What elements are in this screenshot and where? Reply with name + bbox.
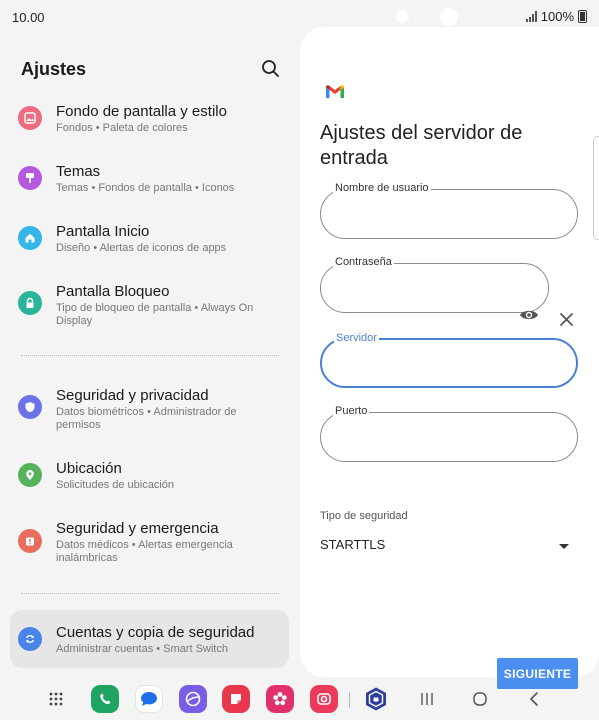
item-title: Ubicación [56, 460, 122, 477]
item-subtitle: Solicitudes de ubicación [56, 479, 175, 491]
item-subtitle: Datos médicos • Alertas emergencia inalá… [56, 539, 233, 564]
port-field[interactable]: Puerto [320, 405, 578, 462]
username-label: Nombre de usuario [333, 182, 431, 194]
secure-app-button[interactable] [362, 685, 390, 713]
item-title: Temas [56, 163, 101, 180]
item-title: Pantalla Inicio [56, 223, 150, 240]
section-divider [21, 355, 279, 356]
port-label: Puerto [333, 405, 370, 417]
settings-title: Ajustes [21, 59, 87, 79]
settings-item-wallpaper[interactable]: Fondo de pantalla y estilo Fondos • Pale… [10, 100, 289, 144]
username-field[interactable]: Nombre de usuario [320, 182, 578, 239]
item-subtitle: Fondos • Paleta de colores [56, 122, 188, 134]
gmail-server-settings-panel: Ajustes del servidor de entrada Nombre d… [300, 27, 599, 689]
emergency-icon [18, 529, 42, 553]
notes-app-button[interactable] [222, 685, 250, 713]
item-title: Fondo de pantalla y estilo [56, 103, 227, 120]
dock-separator [349, 692, 350, 708]
server-field[interactable]: Servidor [320, 332, 578, 388]
item-title: Cuentas y copia de seguridad [56, 624, 255, 641]
phone-app-button[interactable] [91, 685, 119, 713]
item-subtitle: Datos biométricos • Administrador de per… [56, 406, 237, 431]
signal-icon [525, 11, 537, 22]
shield-icon [18, 395, 42, 419]
browser-icon [185, 691, 201, 707]
edge-panel-handle[interactable] [593, 136, 599, 240]
notes-icon [231, 694, 241, 704]
eye-icon [520, 310, 538, 320]
security-type-select[interactable]: STARTTLS [320, 537, 385, 552]
gallery-app-button[interactable] [266, 685, 294, 713]
item-title: Pantalla Bloqueo [56, 283, 170, 300]
item-subtitle: Diseño • Alertas de iconos de apps [56, 242, 227, 254]
battery-percent: 100% [540, 9, 574, 24]
back-button[interactable] [520, 685, 548, 713]
battery-icon [578, 10, 587, 23]
item-title: Seguridad y privacidad [56, 387, 209, 404]
clear-password-button[interactable] [559, 312, 574, 332]
home-button[interactable] [466, 685, 494, 713]
camera-cutout-icon [440, 8, 458, 26]
password-field[interactable]: Contraseña [320, 256, 549, 313]
home-icon [18, 226, 42, 250]
server-label: Servidor [334, 332, 379, 344]
settings-item-home-screen[interactable]: Pantalla Inicio Diseño • Alertas de icon… [10, 220, 289, 264]
item-subtitle: Tipo de bloqueo de pantalla • Always On … [56, 302, 254, 327]
close-icon [560, 313, 573, 326]
settings-item-safety-emergency[interactable]: Seguridad y emergencia Datos médicos • A… [10, 518, 289, 568]
item-subtitle: Administrar cuentas • Smart Switch [56, 643, 228, 655]
settings-item-themes[interactable]: Temas Temas • Fondos de pantalla • Icono… [10, 160, 289, 204]
gmail-logo-icon [325, 84, 345, 104]
settings-item-security-privacy[interactable]: Seguridad y privacidad Datos biométricos… [10, 384, 289, 434]
lock-icon [18, 291, 42, 315]
section-divider [21, 593, 279, 594]
camera-icon [317, 693, 331, 705]
messages-app-button[interactable] [135, 685, 163, 713]
status-time: 10.00 [12, 10, 45, 25]
taskbar [0, 680, 599, 720]
settings-item-accounts-backup[interactable]: Cuentas y copia de seguridad Administrar… [10, 622, 289, 666]
flower-icon [273, 692, 287, 706]
settings-item-location[interactable]: Ubicación Solicitudes de ubicación [10, 458, 289, 502]
phone-icon [100, 693, 111, 705]
themes-icon [18, 166, 42, 190]
status-right: 100% [525, 9, 587, 24]
apps-grid-icon [49, 692, 63, 706]
search-button[interactable] [260, 58, 282, 80]
search-icon [262, 60, 279, 77]
message-icon [141, 692, 157, 706]
page-title: Ajustes del servidor de entrada [320, 122, 523, 169]
show-password-button[interactable] [519, 308, 539, 327]
recents-icon [421, 693, 433, 705]
camera-cutout-icon [396, 10, 409, 23]
back-chevron-icon [530, 692, 538, 706]
home-circle-icon [473, 692, 487, 706]
security-type-label: Tipo de seguridad [320, 510, 408, 522]
internet-app-button[interactable] [179, 685, 207, 713]
password-label: Contraseña [333, 256, 394, 268]
wallpaper-icon [18, 106, 42, 130]
settings-item-lock-screen[interactable]: Pantalla Bloqueo Tipo de bloqueo de pant… [10, 280, 289, 330]
recent-apps-button[interactable] [413, 685, 441, 713]
dropdown-arrow-icon[interactable] [559, 537, 569, 555]
sync-icon [18, 627, 42, 651]
camera-app-button[interactable] [310, 685, 338, 713]
hexagon-shield-icon [366, 687, 386, 711]
item-title: Seguridad y emergencia [56, 520, 219, 537]
apps-grid-button[interactable] [42, 685, 70, 713]
location-pin-icon [18, 463, 42, 487]
item-subtitle: Temas • Fondos de pantalla • Iconos [56, 182, 235, 194]
